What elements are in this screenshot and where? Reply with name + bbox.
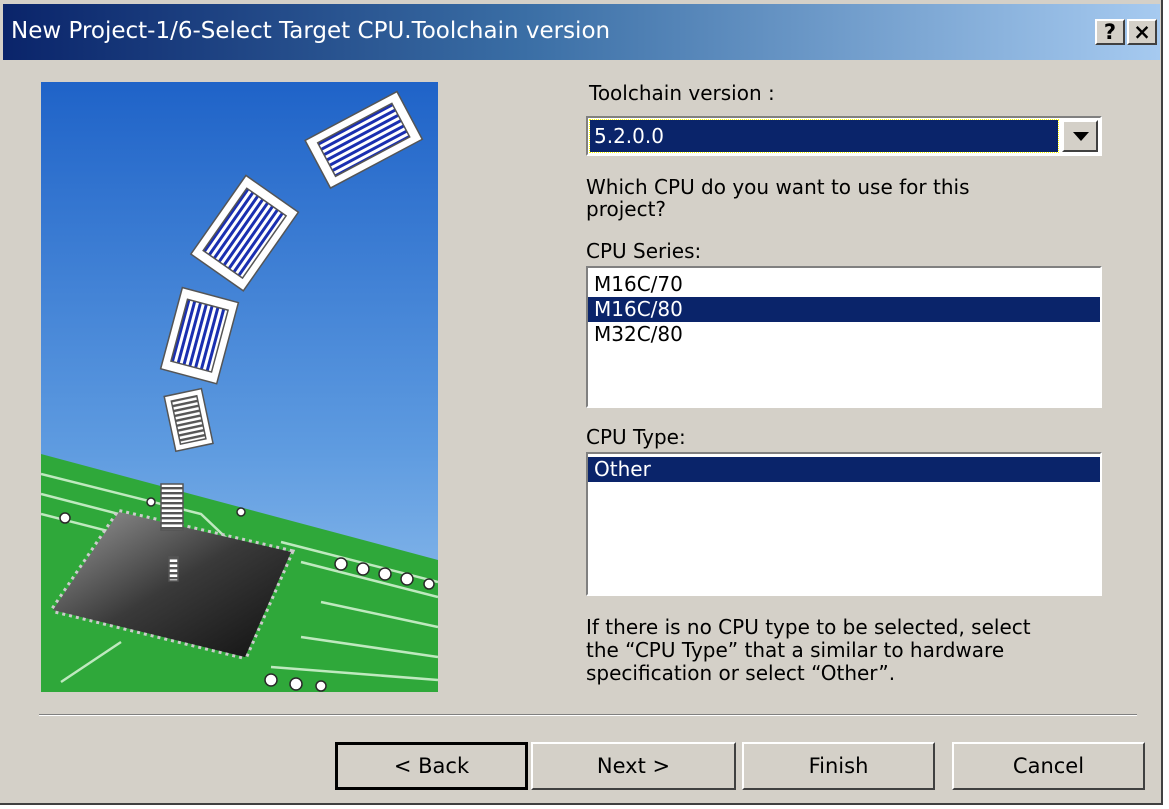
wizard-illustration (41, 82, 438, 692)
finish-button[interactable]: Finish (742, 742, 935, 790)
hint-line1: If there is no CPU type to be selected, … (586, 615, 1031, 639)
window-title: New Project-1/6-Select Target CPU.Toolch… (11, 18, 611, 44)
cancel-button[interactable]: Cancel (952, 742, 1145, 790)
title-bar[interactable]: New Project-1/6-Select Target CPU.Toolch… (3, 4, 1160, 60)
cpu-question-line1: Which CPU do you want to use for this (586, 175, 970, 199)
close-button[interactable]: × (1127, 19, 1157, 45)
new-project-dialog: New Project-1/6-Select Target CPU.Toolch… (0, 0, 1163, 805)
help-button[interactable]: ? (1095, 19, 1125, 45)
list-item[interactable]: M16C/70 (588, 272, 1100, 297)
hint-line3: specification or select “Other”. (586, 661, 896, 685)
separator (39, 714, 1137, 716)
cpu-series-label: CPU Series: (586, 239, 702, 263)
cpu-type-label: CPU Type: (586, 425, 686, 449)
list-item[interactable]: Other (588, 457, 1100, 482)
toolchain-version-value: 5.2.0.0 (589, 119, 1059, 153)
back-button[interactable]: < Back (335, 742, 528, 790)
hint-line2: the “CPU Type” that a similar to hardwar… (586, 638, 1005, 662)
cpu-question-line2: project? (586, 197, 667, 221)
cpu-type-list[interactable]: Other (586, 452, 1102, 596)
dropdown-button[interactable] (1062, 120, 1098, 152)
toolchain-version-select[interactable]: 5.2.0.0 (586, 116, 1102, 156)
cpu-series-list[interactable]: M16C/70 M16C/80 M32C/80 (586, 266, 1102, 408)
chevron-down-icon (1073, 132, 1089, 141)
toolchain-version-label: Toolchain version : (589, 81, 775, 105)
list-item[interactable]: M32C/80 (588, 322, 1100, 347)
list-item[interactable]: M16C/80 (588, 297, 1100, 322)
next-button[interactable]: Next > (531, 742, 736, 790)
